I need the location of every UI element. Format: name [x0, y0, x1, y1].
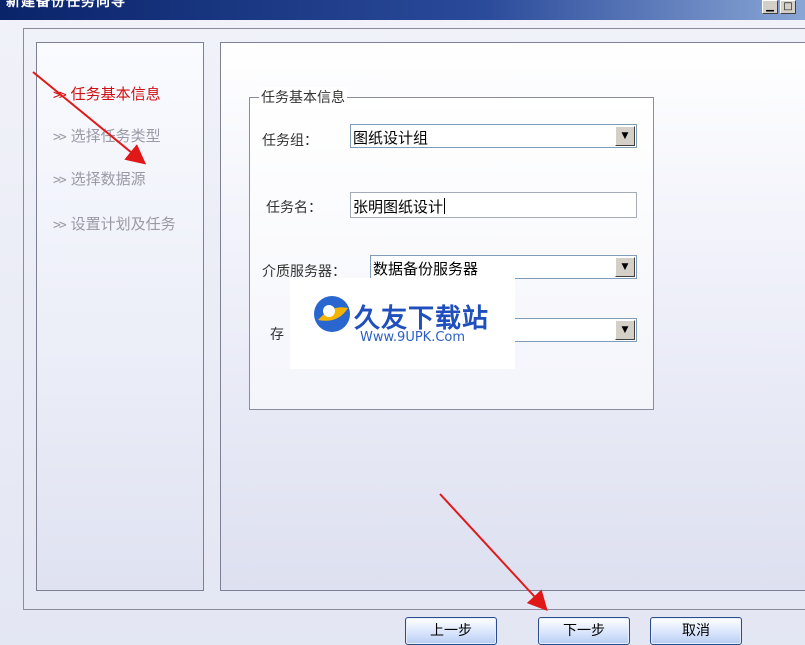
watermark-url: Www.9UPK.Com	[360, 330, 466, 345]
step-basic-info: >> 任务基本信息	[53, 83, 161, 104]
task-group-select[interactable]: 图纸设计组 ▼	[350, 124, 637, 148]
task-name-value: 张明图纸设计	[353, 198, 444, 216]
chevron-right-icon: >>	[53, 218, 67, 233]
media-server-select[interactable]: 数据备份服务器 ▼	[370, 255, 637, 279]
storage-label: 存	[270, 327, 284, 343]
step-label: 选择数据源	[70, 170, 146, 188]
text-caret	[444, 198, 446, 214]
media-server-value: 数据备份服务器	[373, 260, 479, 278]
step-schedule: >> 设置计划及任务	[53, 213, 176, 234]
window-title: 新建备份任务向导	[6, 0, 126, 10]
step-task-type: >> 选择任务类型	[53, 125, 161, 146]
chevron-right-icon: >>	[53, 130, 67, 145]
step-label: 设置计划及任务	[70, 215, 176, 233]
chevron-down-icon[interactable]: ▼	[615, 126, 635, 146]
task-name-input[interactable]: 张明图纸设计	[350, 192, 637, 218]
group-title: 任务基本信息	[259, 87, 347, 107]
task-name-label: 任务名：	[266, 200, 322, 216]
cancel-button[interactable]: 取消	[650, 617, 742, 645]
prev-button[interactable]: 上一步	[405, 617, 497, 645]
chevron-down-icon[interactable]: ▼	[615, 257, 635, 277]
step-label: 选择任务类型	[70, 127, 161, 145]
step-label: 任务基本信息	[70, 85, 161, 103]
minimize-button[interactable]: ▁	[762, 0, 778, 14]
watermark-logo-icon	[314, 296, 350, 332]
chevron-down-icon[interactable]: ▼	[615, 320, 635, 340]
watermark: 久友下载站 Www.9UPK.Com	[290, 278, 515, 369]
maximize-button[interactable]: □	[780, 0, 796, 14]
step-data-source: >> 选择数据源	[53, 168, 146, 189]
chevron-right-icon: >>	[53, 173, 67, 188]
next-button[interactable]: 下一步	[538, 617, 630, 645]
chevron-right-icon: >>	[53, 88, 67, 103]
task-group-label: 任务组：	[262, 133, 318, 149]
task-group-value: 图纸设计组	[353, 129, 429, 147]
steps-panel: >> 任务基本信息 >> 选择任务类型 >> 选择数据源 >> 设置计划及任务	[36, 42, 204, 591]
title-bar: 新建备份任务向导 ▁ □	[0, 0, 805, 20]
